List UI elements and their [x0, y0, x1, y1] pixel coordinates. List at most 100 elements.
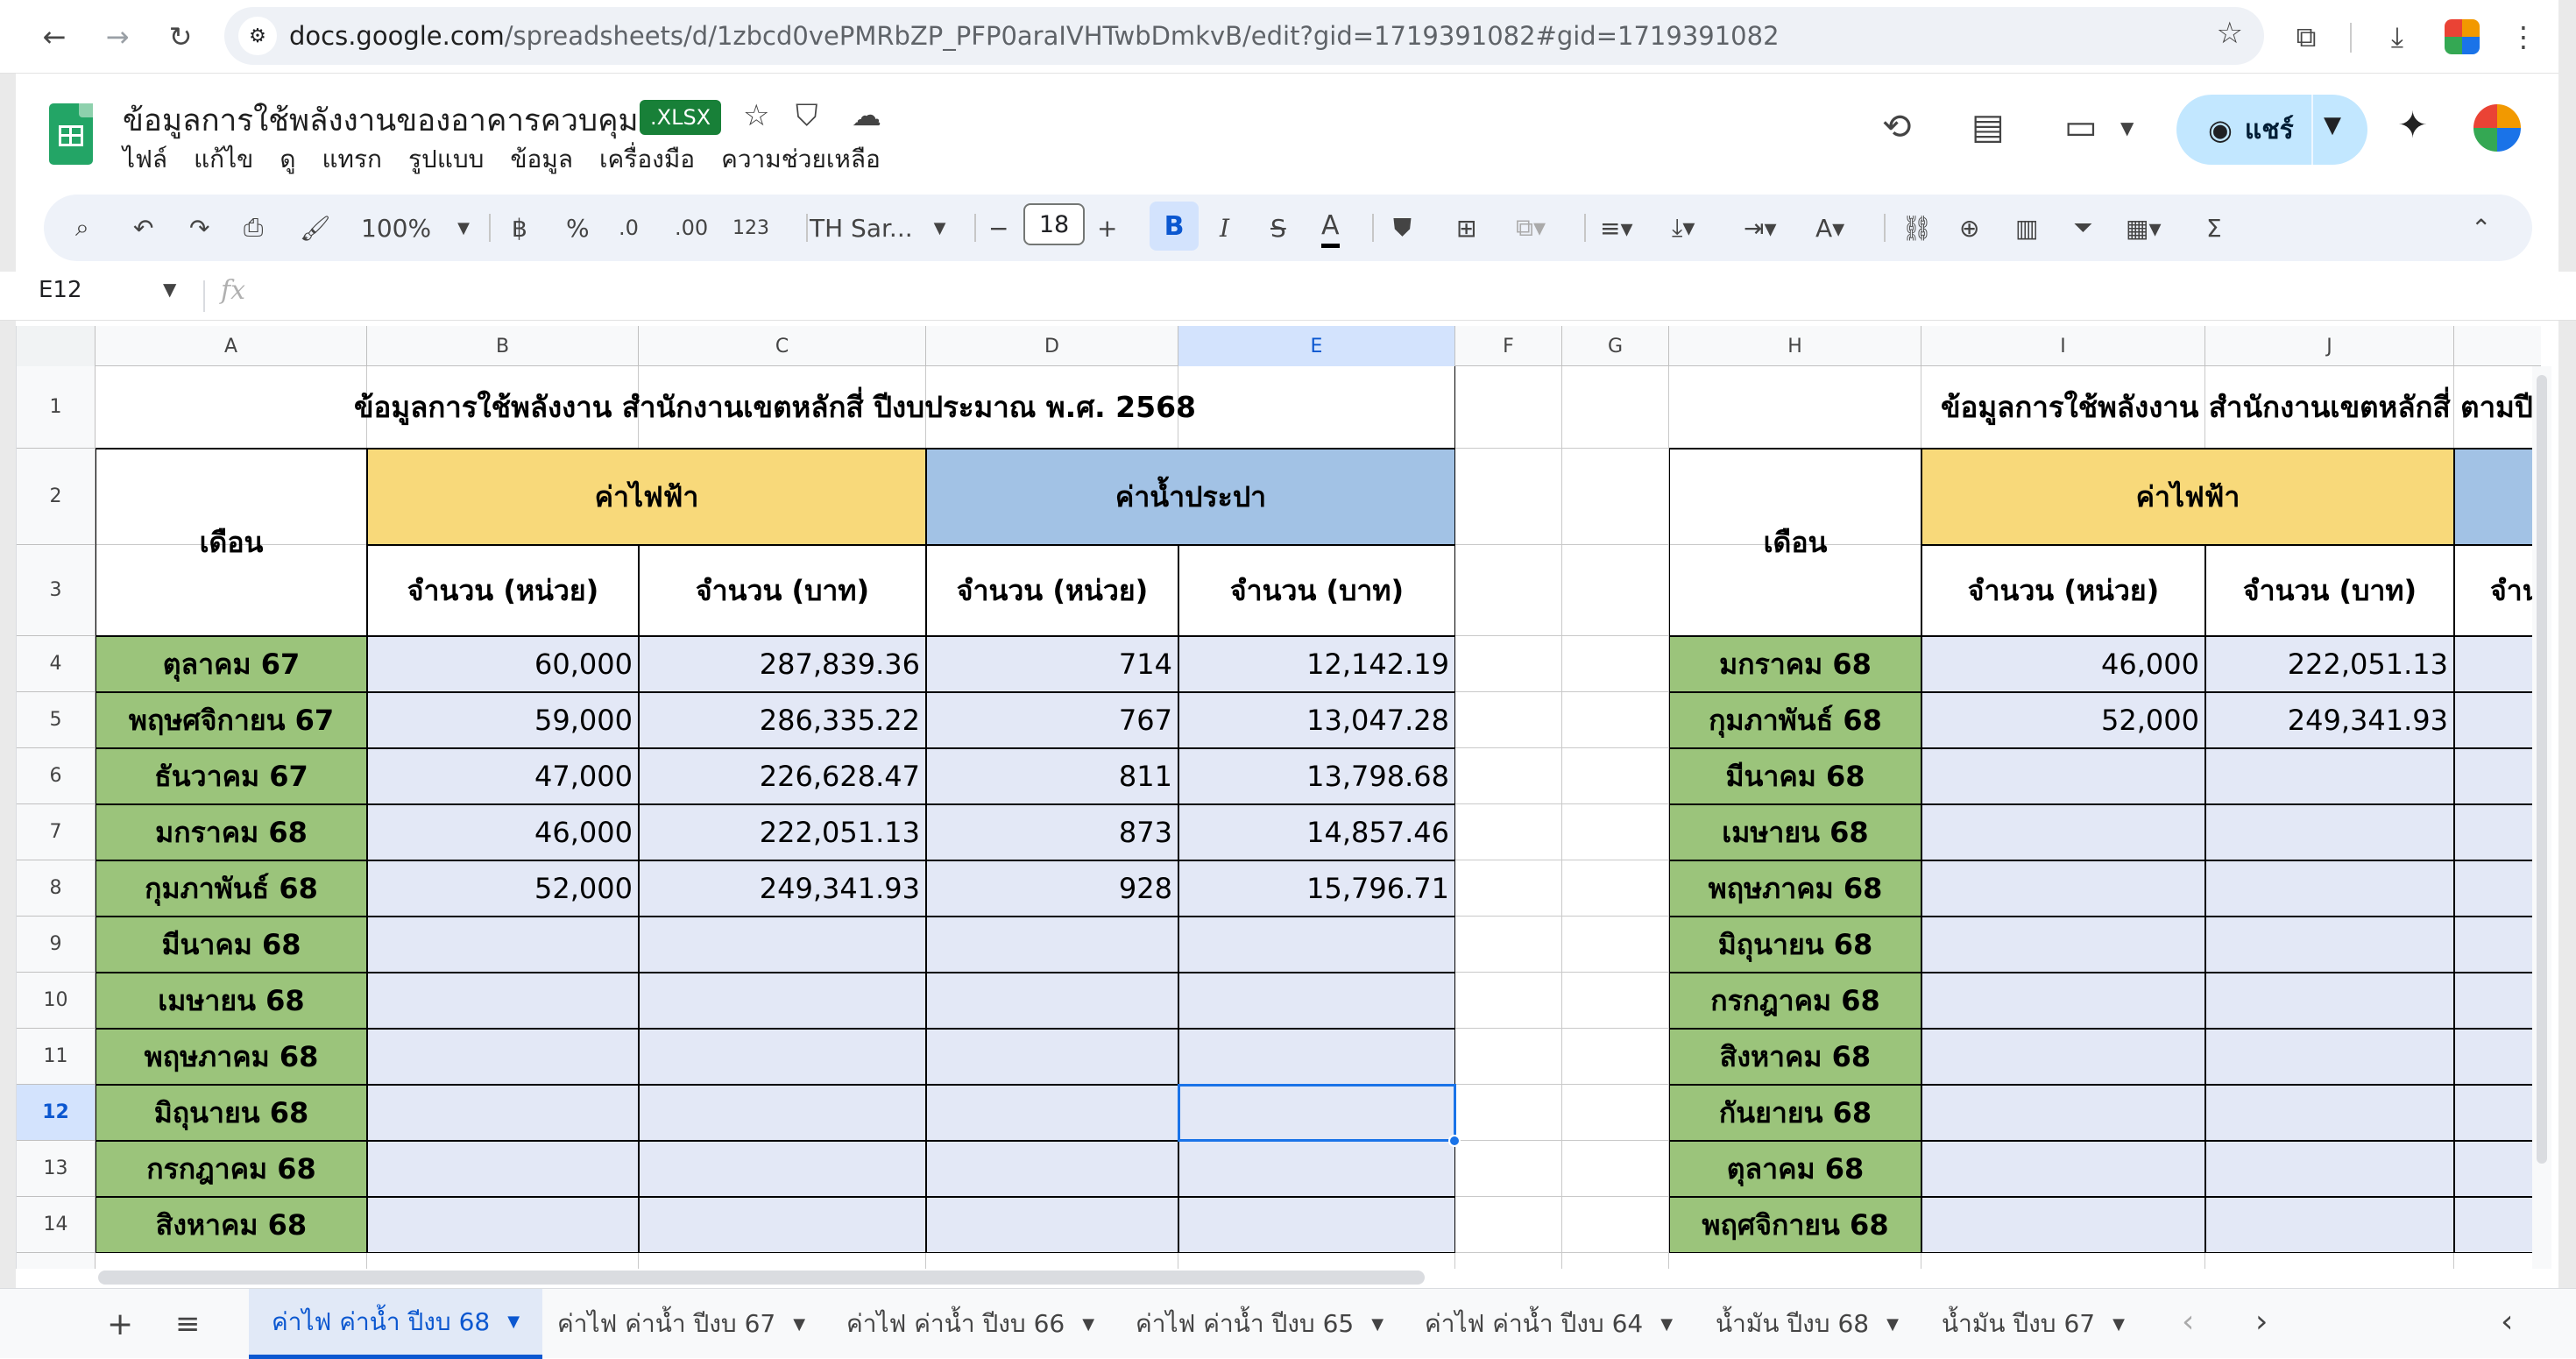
grid-cell[interactable]	[1562, 804, 1669, 860]
column-header-g[interactable]: G	[1562, 326, 1669, 366]
grid-cell[interactable]	[1562, 1197, 1669, 1253]
row-header-15[interactable]	[17, 1253, 96, 1269]
row-header-5[interactable]: 5	[17, 692, 96, 748]
grid-cell[interactable]	[1455, 1029, 1562, 1085]
elec-baht-cell-right[interactable]: 222,051.13	[2205, 636, 2454, 692]
water-baht-cell[interactable]	[1178, 1141, 1455, 1197]
header-water-baht-left[interactable]: จำนวน (บาท)	[1178, 545, 1455, 636]
header-water-right[interactable]	[2454, 449, 2541, 545]
elec-baht-cell[interactable]	[639, 1085, 926, 1141]
column-header-a[interactable]: A	[96, 326, 367, 366]
month-cell-right[interactable]: กันยายน 68	[1669, 1085, 1921, 1141]
elec-units-cell-right[interactable]	[1921, 1141, 2205, 1197]
name-box[interactable]: E12	[39, 277, 82, 303]
column-header-h[interactable]: H	[1669, 326, 1921, 366]
elec-units-cell[interactable]	[367, 917, 639, 973]
water-baht-cell[interactable]	[1178, 1029, 1455, 1085]
tab-sheet-67[interactable]: ค่าไฟ ค่าน้ำ ปีงบ 67 ▼	[557, 1289, 805, 1359]
elec-units-cell-right[interactable]: 46,000	[1921, 636, 2205, 692]
star-icon[interactable]: ☆	[743, 98, 769, 133]
borders-icon[interactable]: ⊞	[1456, 209, 1476, 247]
functions-icon[interactable]: Σ	[2206, 209, 2222, 247]
header-elec-units-right[interactable]: จำนวน (หน่วย)	[1921, 545, 2205, 636]
header-elec-baht-left[interactable]: จำนวน (บาท)	[639, 545, 926, 636]
elec-units-cell[interactable]	[367, 1029, 639, 1085]
menu-file[interactable]: ไฟล์	[123, 140, 167, 179]
profile-icon[interactable]	[2445, 19, 2480, 54]
elec-units-cell[interactable]: 60,000	[367, 636, 639, 692]
water-baht-cell[interactable]	[1178, 1197, 1455, 1253]
water-units-cell[interactable]	[926, 1141, 1178, 1197]
water-units-cell[interactable]: 767	[926, 692, 1178, 748]
all-sheets-icon[interactable]: ≡	[175, 1289, 201, 1359]
horizontal-align-icon[interactable]: ≡▾	[1600, 209, 1633, 247]
column-header-d[interactable]: D	[926, 326, 1178, 366]
elec-baht-cell-right[interactable]	[2205, 1197, 2454, 1253]
history-icon[interactable]: ⟲	[1882, 107, 1912, 147]
grid-cell[interactable]	[1562, 748, 1669, 804]
header-elec-baht-right[interactable]: จำนวน (บาท)	[2205, 545, 2454, 636]
grid-cell[interactable]	[1455, 860, 1562, 917]
row-header-13[interactable]: 13	[17, 1141, 96, 1197]
grid-cell[interactable]	[926, 1253, 1178, 1269]
grid-cell[interactable]	[1455, 1141, 1562, 1197]
elec-units-cell[interactable]: 59,000	[367, 692, 639, 748]
month-cell[interactable]: มีนาคม 68	[96, 917, 367, 973]
elec-units-cell-right[interactable]	[1921, 1197, 2205, 1253]
water-cell-right[interactable]	[2454, 917, 2541, 973]
url-text[interactable]: docs.google.com/spreadsheets/d/1zbcd0veP…	[289, 21, 1780, 51]
grid-cell[interactable]	[1562, 1029, 1669, 1085]
decrease-decimal-button[interactable]: .0	[619, 209, 639, 247]
month-cell-right[interactable]: มิถุนายน 68	[1669, 917, 1921, 973]
elec-units-cell-right[interactable]	[1921, 1085, 2205, 1141]
grid-cell[interactable]	[2205, 1253, 2454, 1269]
grid-cell[interactable]	[1562, 1253, 1669, 1269]
elec-baht-cell[interactable]	[639, 917, 926, 973]
row-header-9[interactable]: 9	[17, 917, 96, 973]
elec-baht-cell-right[interactable]: 249,341.93	[2205, 692, 2454, 748]
cloud-status-icon[interactable]: ☁	[852, 98, 881, 133]
water-cell-right[interactable]	[2454, 804, 2541, 860]
water-units-cell[interactable]: 928	[926, 860, 1178, 917]
water-cell-right[interactable]	[2454, 973, 2541, 1029]
month-cell-right[interactable]: สิงหาคม 68	[1669, 1029, 1921, 1085]
row-header-12[interactable]: 12	[17, 1085, 96, 1141]
filter-views-icon[interactable]: ▦▾	[2126, 209, 2162, 247]
insert-comment-icon[interactable]: ⊕	[1959, 209, 1979, 247]
paint-format-icon[interactable]: 🖌︎	[300, 209, 331, 247]
grid-cell[interactable]	[1455, 804, 1562, 860]
water-baht-cell[interactable]: 12,142.19	[1178, 636, 1455, 692]
header-month-left[interactable]: เดือน	[96, 449, 367, 636]
text-wrapping-icon[interactable]: ⇥▾	[1744, 209, 1777, 247]
elec-units-cell-right[interactable]: 52,000	[1921, 692, 2205, 748]
water-cell-right[interactable]	[2454, 692, 2541, 748]
print-icon[interactable]: ⎙	[244, 209, 263, 247]
grid-cell[interactable]	[1562, 692, 1669, 748]
month-cell[interactable]: มกราคม 68	[96, 804, 367, 860]
side-panel-toggle-icon[interactable]: ‹	[2501, 1304, 2513, 1340]
text-color-icon[interactable]: A	[1321, 209, 1340, 248]
elec-baht-cell-right[interactable]	[2205, 1141, 2454, 1197]
table-title-left[interactable]: ข้อมูลการใช้พลังงาน สำนักงานเขตหลักสี่ ป…	[96, 366, 1455, 449]
grid-cell[interactable]	[1669, 1253, 1921, 1269]
month-cell-right[interactable]: เมษายน 68	[1669, 804, 1921, 860]
sheet-grid[interactable]: A B C D E F G H I J 1 2 3 4 5 6 7 8 9 10 11 12 13 14 …	[16, 326, 2541, 1269]
month-cell-right[interactable]: พฤษภาคม 68	[1669, 860, 1921, 917]
collapse-toolbar-icon[interactable]: ⌃	[2471, 209, 2491, 247]
grid-cell[interactable]	[367, 1253, 639, 1269]
elec-units-cell[interactable]	[367, 1197, 639, 1253]
month-cell[interactable]: กุมภาพันธ์ 68	[96, 860, 367, 917]
water-units-cell[interactable]	[926, 973, 1178, 1029]
comments-icon[interactable]: ▤	[1971, 107, 2005, 147]
grid-cell[interactable]	[1455, 449, 1562, 545]
elec-baht-cell[interactable]: 249,341.93	[639, 860, 926, 917]
grid-cell[interactable]	[1455, 692, 1562, 748]
grid-cell[interactable]	[1455, 1253, 1562, 1269]
month-cell-right[interactable]: พฤศจิกายน 68	[1669, 1197, 1921, 1253]
filter-icon[interactable]: ⏷	[2073, 209, 2092, 247]
month-cell-right[interactable]: มีนาคม 68	[1669, 748, 1921, 804]
row-header-14[interactable]: 14	[17, 1197, 96, 1253]
water-cell-right[interactable]	[2454, 1141, 2541, 1197]
horizontal-scrollbar[interactable]	[98, 1271, 1425, 1285]
decrease-font-size-icon[interactable]: −	[988, 209, 1008, 247]
